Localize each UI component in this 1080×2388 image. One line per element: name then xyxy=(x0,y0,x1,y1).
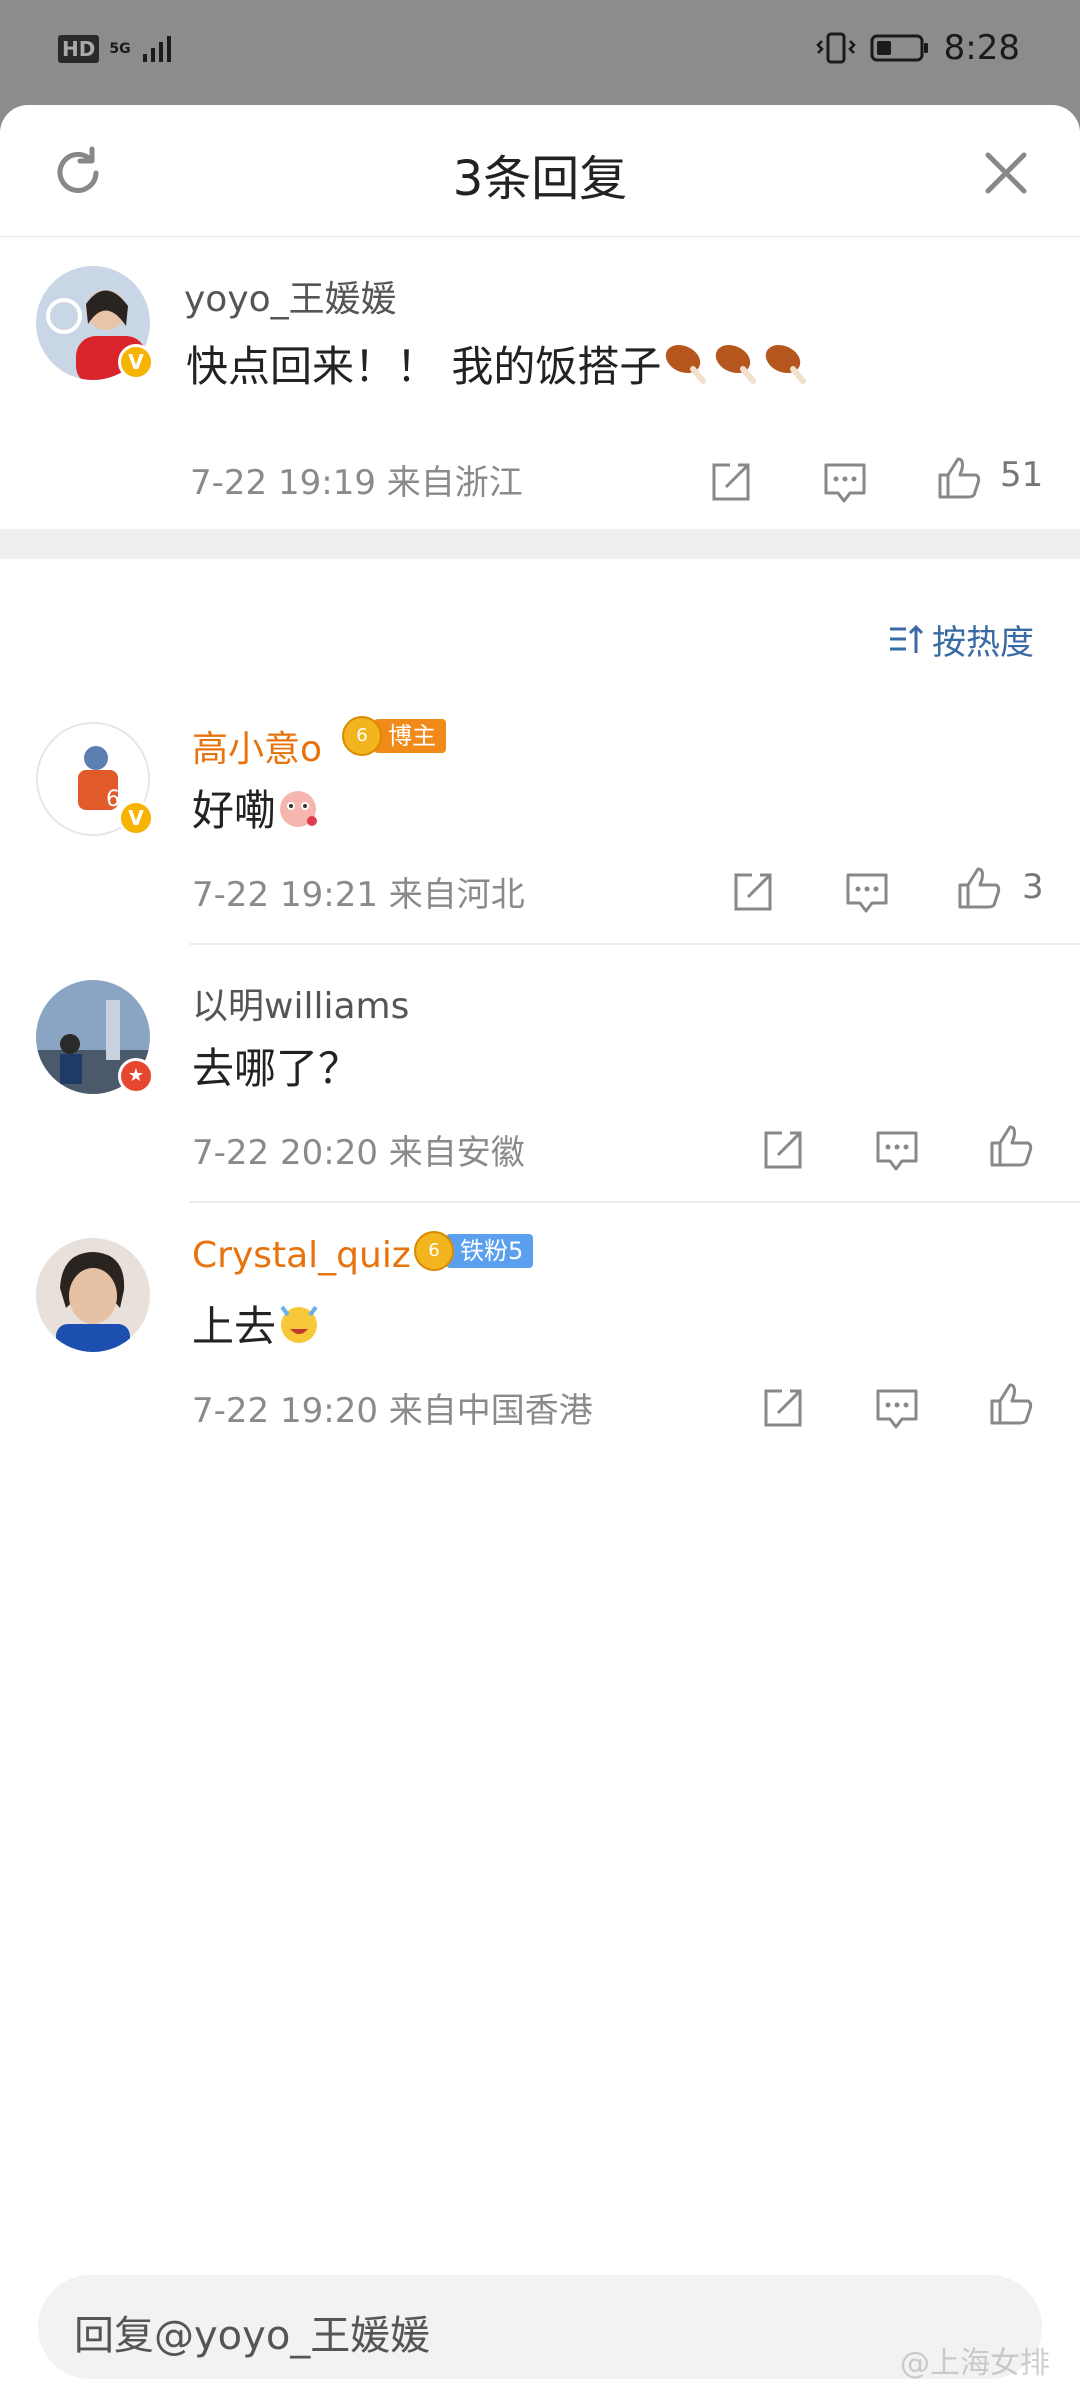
comment-time: 7-22 20:20 xyxy=(192,1133,378,1173)
comment-icon[interactable] xyxy=(872,1383,922,1433)
cheer-emoji xyxy=(276,1301,322,1357)
comment-time: 7-22 19:20 xyxy=(192,1391,378,1431)
drumstick-emoji xyxy=(661,339,811,397)
status-right: 8:28 xyxy=(815,28,1020,68)
like-icon[interactable] xyxy=(986,1121,1036,1171)
vibrate-icon xyxy=(815,32,856,64)
watermark: @上海女排 xyxy=(900,2346,1050,2381)
fan-crown-icon: 6 xyxy=(414,1231,454,1271)
comment-meta: 7-22 20:20 来自安徽 xyxy=(192,1125,525,1174)
comment-location: 来自中国香港 xyxy=(388,1391,593,1431)
comment-text: 去哪了？ xyxy=(192,1044,361,1093)
reply-divider xyxy=(190,943,1080,945)
sheet-title: 3条回复 xyxy=(452,151,628,207)
comment-meta: 7-22 19:20 来自中国香港 xyxy=(192,1383,593,1432)
comment-text: 快点回来！！ 我的饭搭子 xyxy=(186,333,811,397)
status-left: HD 5G xyxy=(58,34,175,64)
comment-text-content: 好嘞 xyxy=(192,786,277,835)
comment-text: 好嘞 xyxy=(192,777,320,841)
avatar[interactable]: V xyxy=(36,266,154,380)
section-divider xyxy=(0,529,1080,559)
reply-divider xyxy=(190,1201,1080,1203)
like-icon[interactable] xyxy=(934,453,984,503)
reply-input[interactable]: 回复@yoyo_王媛媛 xyxy=(38,2275,1042,2379)
avatar[interactable] xyxy=(36,1238,150,1352)
share-icon[interactable] xyxy=(758,1383,808,1433)
username[interactable]: yoyo_王媛媛 xyxy=(184,270,397,322)
username[interactable]: 以明williams xyxy=(192,977,409,1029)
like-icon[interactable] xyxy=(954,863,1004,913)
comment-text: 上去 xyxy=(192,1293,322,1357)
replies-sheet: 3条回复 V yoyo_王媛媛 快点回来！！ 我的饭搭子 7-22 19:19 … xyxy=(0,105,1080,2388)
verified-badge: V xyxy=(118,344,154,380)
share-icon[interactable] xyxy=(758,1125,808,1175)
like-count: 3 xyxy=(1022,867,1044,907)
like-icon[interactable] xyxy=(986,1379,1036,1429)
username[interactable]: 高小意o xyxy=(192,720,322,772)
blush-emoji xyxy=(276,787,320,841)
badge-label: 博主 xyxy=(374,719,446,753)
reply-placeholder: 回复@yoyo_王媛媛 xyxy=(74,2313,431,2359)
avatar[interactable]: 6 V xyxy=(36,722,154,836)
comment-icon[interactable] xyxy=(820,457,870,507)
badge-label: 铁粉5 xyxy=(446,1234,534,1268)
sort-label: 按热度 xyxy=(932,623,1034,663)
verified-badge: V xyxy=(118,800,154,836)
sheet-header: 3条回复 xyxy=(0,105,1080,237)
signal-icon xyxy=(142,36,171,62)
svg-text:6: 6 xyxy=(106,787,120,812)
comment-meta: 7-22 19:19 来自浙江 xyxy=(190,455,523,504)
sort-button[interactable]: 按热度 xyxy=(888,615,1034,664)
username[interactable]: Crystal_quiz xyxy=(192,1235,411,1276)
comment-location: 来自浙江 xyxy=(386,463,523,503)
user-badge: 6 铁粉5 xyxy=(414,1231,534,1271)
battery-icon xyxy=(870,34,928,62)
avatar-image xyxy=(36,1238,150,1352)
comment-location: 来自河北 xyxy=(388,875,525,915)
vip-star-badge: ★ xyxy=(118,1058,154,1094)
status-bar: HD 5G 8:28 xyxy=(0,0,1080,105)
comment-time: 7-22 19:19 xyxy=(190,463,376,503)
clock: 8:28 xyxy=(943,28,1020,68)
close-icon[interactable] xyxy=(980,147,1032,199)
comment-meta: 7-22 19:21 来自河北 xyxy=(192,867,525,916)
comment-location: 来自安徽 xyxy=(388,1133,525,1173)
sort-icon xyxy=(890,624,924,653)
fan-crown-icon: 6 xyxy=(342,716,382,756)
comment-text-content: 上去 xyxy=(192,1302,277,1351)
share-icon[interactable] xyxy=(706,457,756,507)
comment-icon[interactable] xyxy=(842,867,892,917)
avatar[interactable]: ★ xyxy=(36,980,154,1094)
comment-time: 7-22 19:21 xyxy=(192,875,378,915)
user-badge: 6 博主 xyxy=(342,716,446,756)
comment-text-content: 快点回来！！ 我的饭搭子 xyxy=(186,342,662,391)
comment-icon[interactable] xyxy=(872,1125,922,1175)
hd-indicator: HD xyxy=(58,35,100,63)
like-count: 51 xyxy=(1000,455,1044,495)
share-icon[interactable] xyxy=(728,867,778,917)
network-type: 5G xyxy=(109,41,131,57)
